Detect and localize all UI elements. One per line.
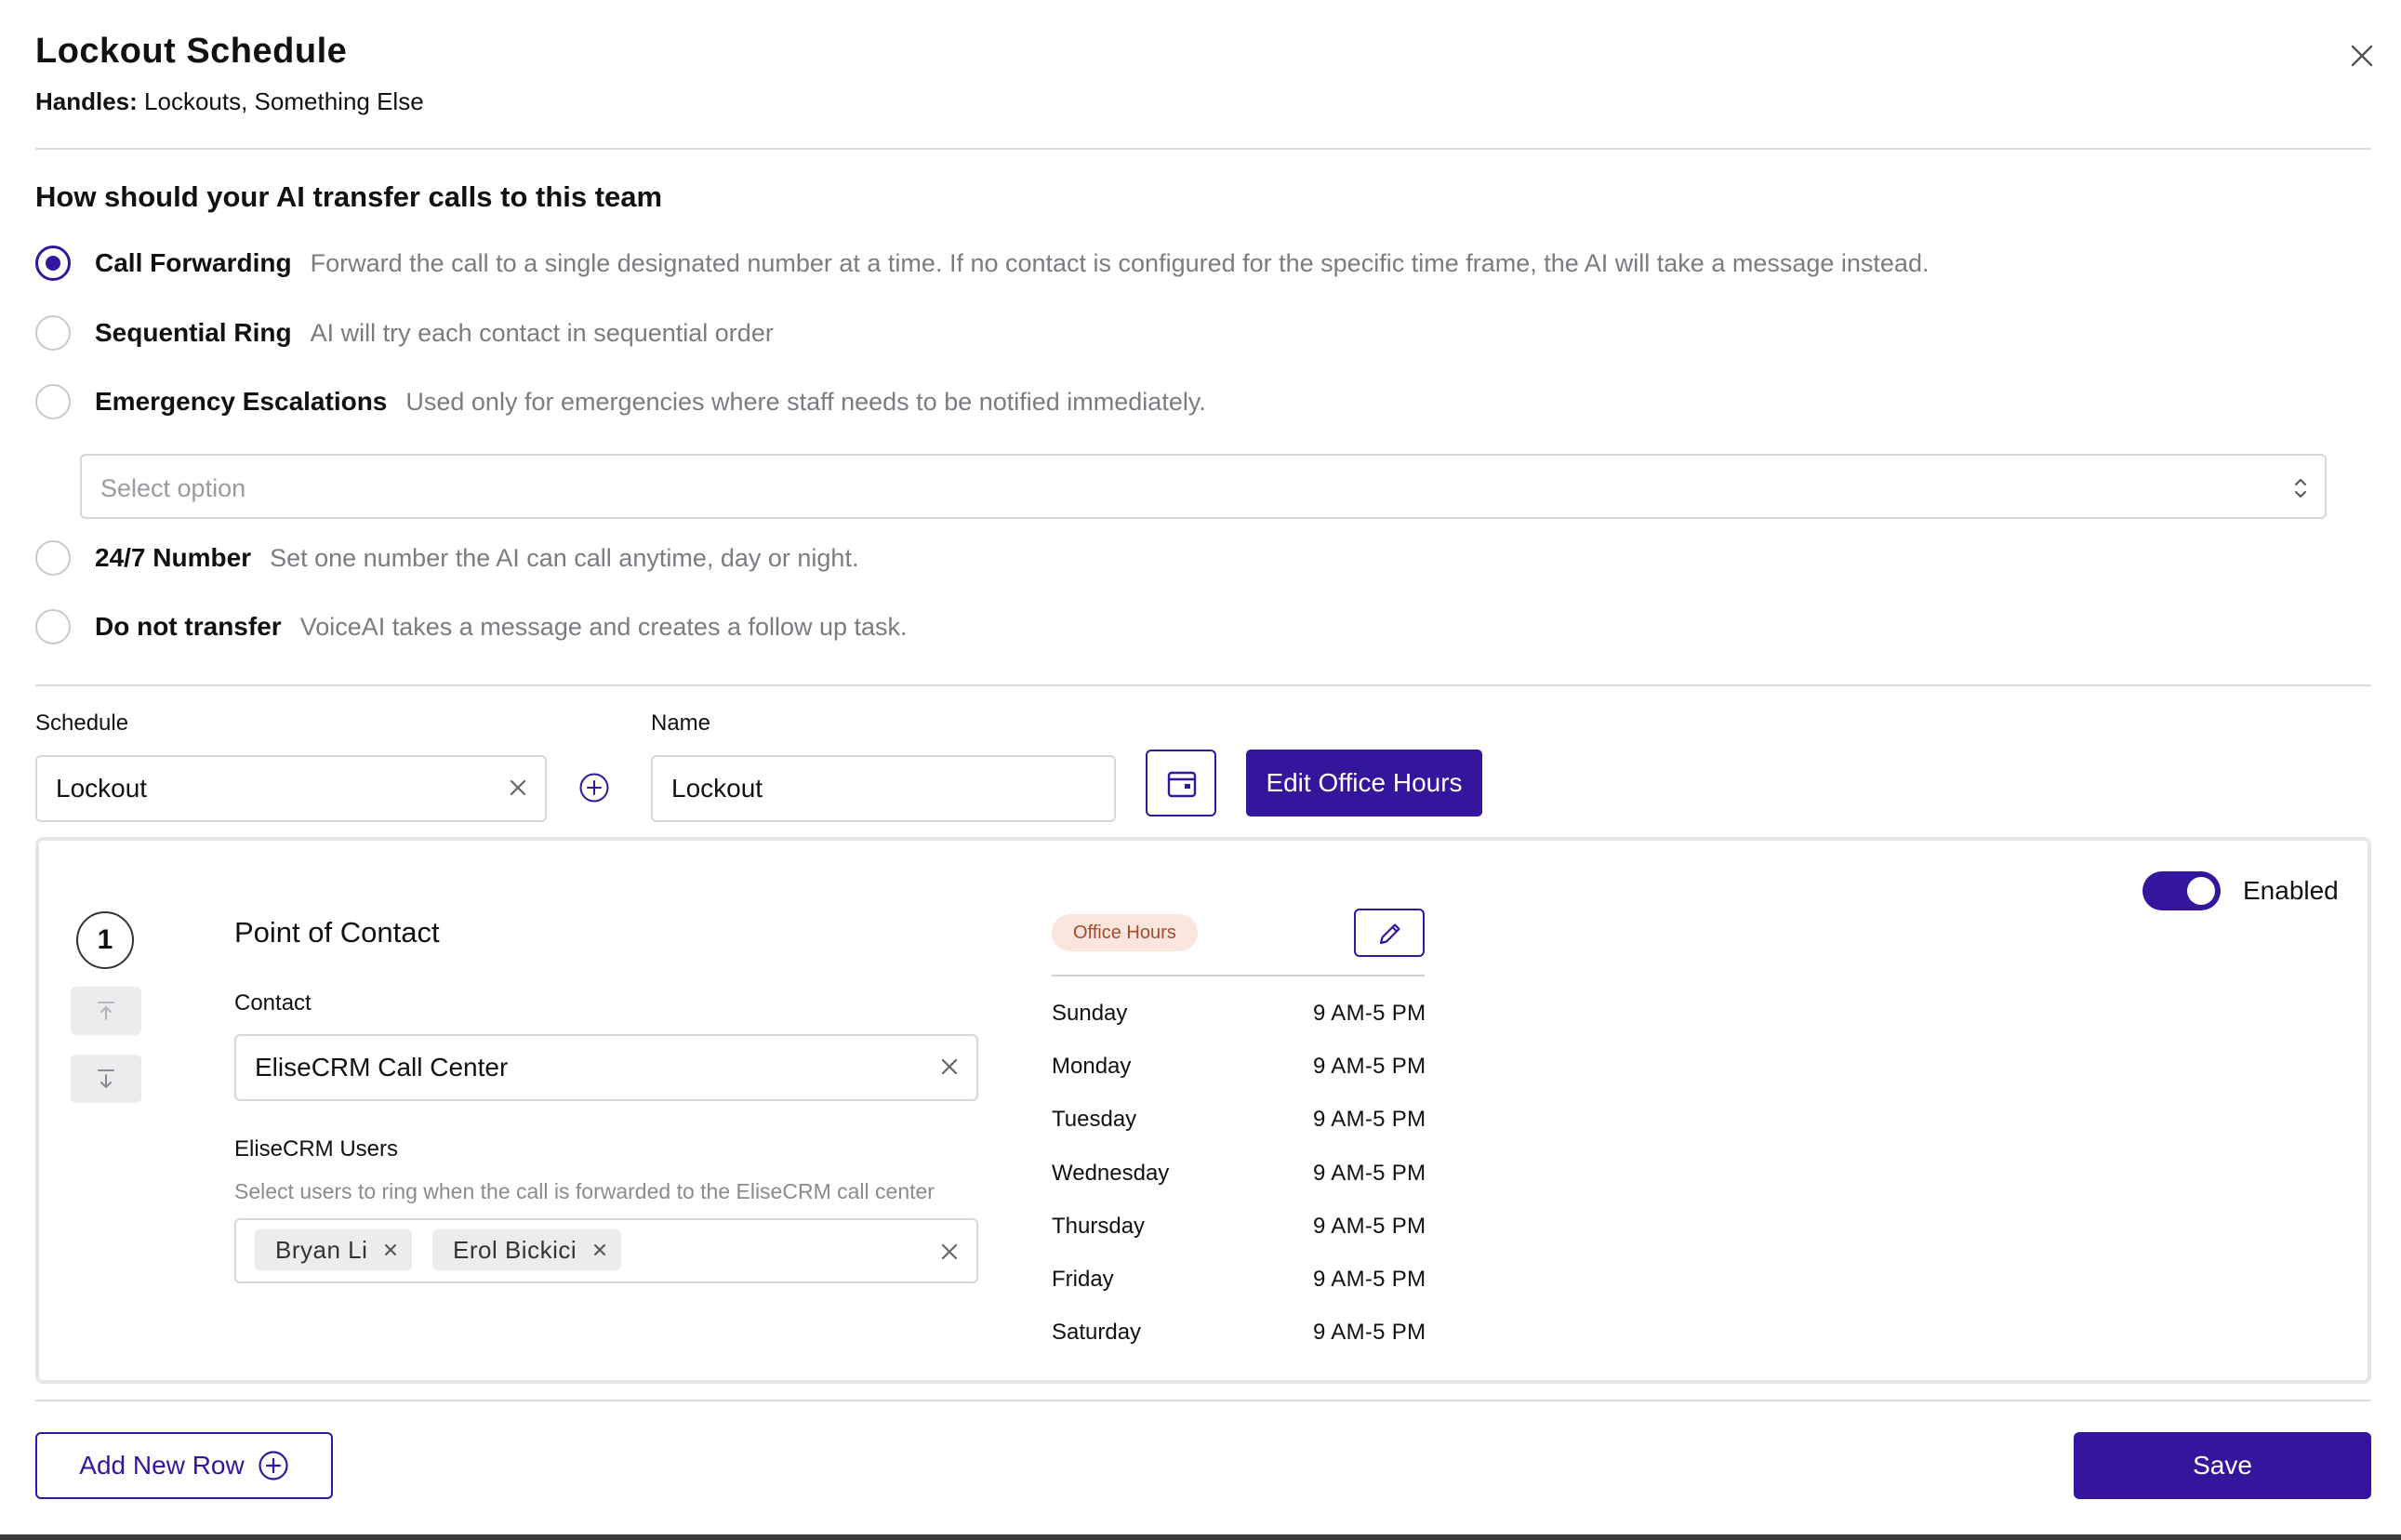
user-chip-label: Erol Bickici <box>453 1235 577 1264</box>
footer-divider <box>35 1400 2371 1401</box>
schedule-value: Lockout <box>56 774 148 803</box>
option-description: Used only for emergencies where staff ne… <box>405 387 1206 416</box>
name-value: Lockout <box>671 774 763 803</box>
options-divider <box>35 684 2371 686</box>
header-divider <box>35 148 2371 150</box>
clear-icon[interactable] <box>937 1240 962 1264</box>
hours-day: Friday <box>1052 1267 1114 1292</box>
option-sequential-ring[interactable]: Sequential Ring AI will try each contact… <box>35 313 774 352</box>
arrow-down-icon <box>98 1069 114 1088</box>
calendar-icon <box>1167 771 1197 798</box>
move-down-button[interactable] <box>71 1055 141 1103</box>
option-description: VoiceAI takes a message and creates a fo… <box>299 612 908 641</box>
hours-time: 9 AM-5 PM <box>1313 1107 1426 1132</box>
user-chip-label: Bryan Li <box>275 1235 368 1264</box>
close-icon[interactable] <box>2345 39 2379 73</box>
hours-divider <box>1052 975 1425 976</box>
pencil-icon <box>1379 923 1400 945</box>
hours-time: 9 AM-5 PM <box>1313 1267 1426 1292</box>
hours-time: 9 AM-5 PM <box>1313 1320 1426 1345</box>
contact-select[interactable]: EliseCRM Call Center <box>234 1034 978 1101</box>
clear-icon[interactable] <box>937 1055 962 1079</box>
user-chip: Erol Bickici <box>432 1229 622 1270</box>
option-title: Do not transfer <box>95 612 282 641</box>
name-input[interactable]: Lockout <box>651 755 1116 822</box>
edit-office-hours-button[interactable]: Edit Office Hours <box>1246 750 1482 816</box>
enabled-toggle[interactable] <box>2142 871 2221 910</box>
handles-line: Handles: Lockouts, Something Else <box>35 87 424 116</box>
radio-call-forwarding[interactable] <box>35 246 71 281</box>
option-title: Call Forwarding <box>95 248 292 277</box>
hours-time: 9 AM-5 PM <box>1313 1214 1426 1239</box>
radio-sequential-ring[interactable] <box>35 315 71 351</box>
save-button[interactable]: Save <box>2074 1432 2371 1499</box>
calendar-button[interactable] <box>1146 750 1216 816</box>
plus-circle-icon <box>259 1451 288 1480</box>
enabled-label: Enabled <box>2243 876 2339 905</box>
schedule-select[interactable]: Lockout <box>35 755 547 822</box>
option-description: AI will try each contact in sequential o… <box>310 318 774 347</box>
option-title: Sequential Ring <box>95 318 292 347</box>
select-placeholder: Select option <box>100 474 246 502</box>
hours-day: Tuesday <box>1052 1107 1137 1132</box>
chevron-up-down-icon <box>2295 479 2306 498</box>
point-of-contact-title: Point of Contact <box>234 916 440 949</box>
handles-value: Lockouts, Something Else <box>144 87 424 115</box>
users-hint: Select users to ring when the call is fo… <box>234 1179 935 1203</box>
handles-label: Handles: <box>35 87 138 115</box>
edit-hours-button[interactable] <box>1354 909 1425 957</box>
hours-day: Wednesday <box>1052 1161 1170 1186</box>
transfer-question: How should your AI transfer calls to thi… <box>35 180 663 213</box>
add-new-row-button[interactable]: Add New Row <box>35 1432 333 1499</box>
option-call-forwarding[interactable]: Call Forwarding Forward the call to a si… <box>35 244 1929 283</box>
step-number: 1 <box>76 911 134 969</box>
toggle-knob <box>2187 877 2215 905</box>
user-chip: Bryan Li <box>255 1229 413 1270</box>
add-schedule-icon[interactable] <box>578 772 610 803</box>
hours-day: Thursday <box>1052 1214 1146 1239</box>
hours-time: 9 AM-5 PM <box>1313 1161 1426 1186</box>
remove-user-icon[interactable] <box>382 1241 399 1258</box>
arrow-up-icon <box>98 1002 114 1020</box>
users-label: EliseCRM Users <box>234 1136 399 1162</box>
escalation-select[interactable]: Select option <box>80 454 2327 519</box>
radio-24-7-number[interactable] <box>35 540 71 576</box>
hours-day: Monday <box>1052 1054 1132 1079</box>
name-label: Name <box>651 710 711 736</box>
hours-time: 9 AM-5 PM <box>1313 1001 1426 1026</box>
option-do-not-transfer[interactable]: Do not transfer VoiceAI takes a message … <box>35 607 908 646</box>
hours-day: Saturday <box>1052 1320 1142 1345</box>
option-title: Emergency Escalations <box>95 387 388 416</box>
clear-icon[interactable] <box>506 776 530 800</box>
radio-emergency-escalations[interactable] <box>35 384 71 419</box>
page-title: Lockout Schedule <box>35 32 348 71</box>
contact-value: EliseCRM Call Center <box>255 1053 509 1082</box>
move-up-button[interactable] <box>71 987 141 1035</box>
option-title: 24/7 Number <box>95 543 252 572</box>
add-new-row-label: Add New Row <box>79 1451 245 1480</box>
contact-label: Contact <box>234 990 312 1016</box>
hours-day: Sunday <box>1052 1001 1128 1026</box>
hours-time: 9 AM-5 PM <box>1313 1054 1426 1079</box>
window-bottom-edge <box>0 1534 2401 1540</box>
remove-user-icon[interactable] <box>591 1241 608 1258</box>
schedule-label: Schedule <box>35 710 129 736</box>
option-description: Set one number the AI can call anytime, … <box>270 543 859 572</box>
radio-do-not-transfer[interactable] <box>35 609 71 644</box>
option-emergency-escalations[interactable]: Emergency Escalations Used only for emer… <box>35 382 1206 421</box>
office-hours-badge: Office Hours <box>1052 914 1198 951</box>
option-description: Forward the call to a single designated … <box>310 248 1930 277</box>
option-24-7-number[interactable]: 24/7 Number Set one number the AI can ca… <box>35 538 858 578</box>
